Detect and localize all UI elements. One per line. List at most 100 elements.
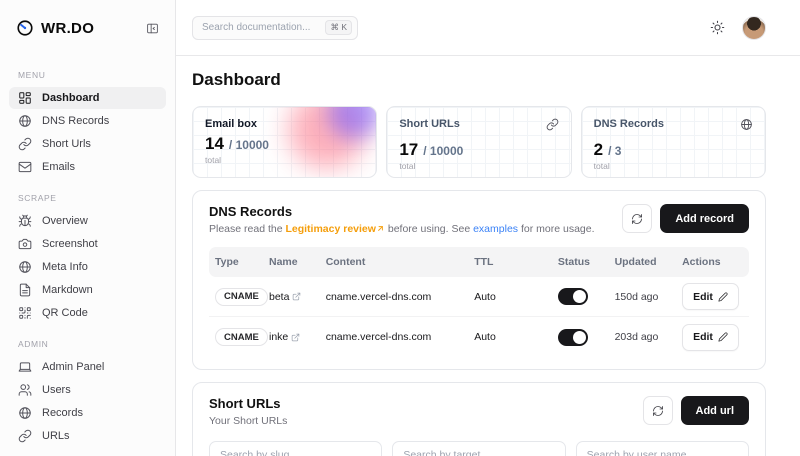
sidebar-item-short-urls[interactable]: Short Urls [9,133,166,155]
sun-icon [710,20,725,35]
record-updated: 150d ago [609,291,677,303]
search-box[interactable]: ⌘ K [192,16,358,40]
external-link-icon [291,333,300,342]
record-updated: 203d ago [609,331,677,343]
sidebar-item-label: URLs [42,430,70,442]
record-content: cname.vercel-dns.com [320,291,469,303]
user-avatar[interactable] [742,16,766,40]
refresh-dns-button[interactable] [622,204,652,233]
topbar-actions [708,16,766,40]
sidebar-item-label: Admin Panel [42,361,104,373]
sidebar-section-admin: ADMIN [0,325,175,356]
sidebar-item-records[interactable]: Records [9,402,166,424]
stat-title: Short URLs [399,118,460,130]
stat-value: 2 [594,140,603,160]
sidebar-item-label: Markdown [42,284,93,296]
main-area: ⌘ K Dashboard Email box [176,0,800,456]
record-name-link[interactable]: inke [269,331,300,343]
refresh-urls-button[interactable] [643,396,673,425]
record-content: cname.vercel-dns.com [320,331,469,343]
sidebar-item-meta-info[interactable]: Meta Info [9,256,166,278]
dns-panel-description: Please read the Legitimacy review before… [209,223,595,235]
link-icon [18,137,32,151]
sidebar-item-label: Short Urls [42,138,91,150]
sidebar-item-label: Screenshot [42,238,98,250]
sidebar-item-overview[interactable]: Overview [9,210,166,232]
refresh-icon [652,405,664,417]
sidebar-item-label: Meta Info [42,261,88,273]
record-type-badge: CNAME [215,328,268,346]
column-header-content: Content [320,256,469,268]
search-by-user-name-input[interactable] [576,441,749,456]
sidebar-item-emails[interactable]: Emails [9,156,166,178]
link-icon [546,118,559,136]
sidebar-item-label: DNS Records [42,115,109,127]
column-header-ttl: TTL [468,256,552,268]
sidebar: WR.DO MENU Dashboard DNS Records Short U… [0,0,176,456]
sidebar-item-label: Overview [42,215,88,227]
dns-table-row: CNAME beta cname.vercel-dns.com Auto 150… [209,277,749,317]
short-urls-panel-subtitle: Your Short URLs [209,415,287,427]
record-name-link[interactable]: beta [269,291,301,303]
sidebar-collapse-button[interactable] [143,19,161,37]
stat-limit: / 10000 [229,138,269,152]
link-icon [18,429,32,443]
examples-link[interactable]: examples [473,223,518,235]
globe-icon [18,406,32,420]
stat-caption: total [205,155,364,165]
gauge-logo-icon [16,19,34,37]
globe-icon [18,114,32,128]
sidebar-item-label: QR Code [42,307,88,319]
stat-limit: / 10000 [423,144,463,158]
search-by-target-input[interactable] [392,441,565,456]
qr-code-icon [18,306,32,320]
sidebar-item-markdown[interactable]: Markdown [9,279,166,301]
topbar: ⌘ K [176,0,800,56]
dns-table: Type Name Content TTL Status Updated Act… [209,247,749,357]
search-by-slug-input[interactable] [209,441,382,456]
external-link-icon [292,292,301,301]
sidebar-item-urls[interactable]: URLs [9,425,166,447]
arrow-up-right-icon [376,224,385,233]
brand-logo[interactable]: WR.DO [16,19,94,37]
dns-records-panel: DNS Records Please read the Legitimacy r… [192,190,766,370]
sidebar-item-dns-records[interactable]: DNS Records [9,110,166,132]
add-url-button[interactable]: Add url [681,396,750,425]
stat-caption: total [594,161,753,171]
users-icon [18,383,32,397]
stat-title: Email box [205,118,257,130]
dns-panel-title: DNS Records [209,204,595,219]
stat-card-email-box: Email box 14 / 10000 total [192,106,377,178]
sidebar-item-dashboard[interactable]: Dashboard [9,87,166,109]
edit-record-button[interactable]: Edit [682,283,739,310]
sidebar-item-label: Dashboard [42,92,99,104]
record-status-toggle[interactable] [558,329,588,346]
stat-caption: total [399,161,558,171]
sidebar-header: WR.DO [0,0,175,56]
column-header-actions: Actions [676,256,749,268]
url-filters [209,441,749,456]
sidebar-item-users[interactable]: Users [9,379,166,401]
stat-title: DNS Records [594,118,664,130]
record-ttl: Auto [468,331,552,343]
add-record-button[interactable]: Add record [660,204,749,233]
camera-icon [18,237,32,251]
edit-record-button[interactable]: Edit [682,324,739,351]
sidebar-item-screenshot[interactable]: Screenshot [9,233,166,255]
record-type-badge: CNAME [215,288,268,306]
record-ttl: Auto [468,291,552,303]
column-header-status: Status [552,256,609,268]
search-input[interactable] [202,22,319,33]
short-urls-panel-title: Short URLs [209,396,287,411]
legitimacy-review-link[interactable]: Legitimacy review [285,223,375,235]
globe-icon [740,118,753,136]
pencil-icon [718,292,728,302]
sidebar-section-scrape: SCRAPE [0,179,175,210]
sidebar-item-qr-code[interactable]: QR Code [9,302,166,324]
dashboard-icon [18,91,32,105]
sidebar-item-admin-panel[interactable]: Admin Panel [9,356,166,378]
theme-toggle-button[interactable] [708,19,726,37]
record-status-toggle[interactable] [558,288,588,305]
pencil-icon [718,332,728,342]
stat-limit: / 3 [608,144,621,158]
